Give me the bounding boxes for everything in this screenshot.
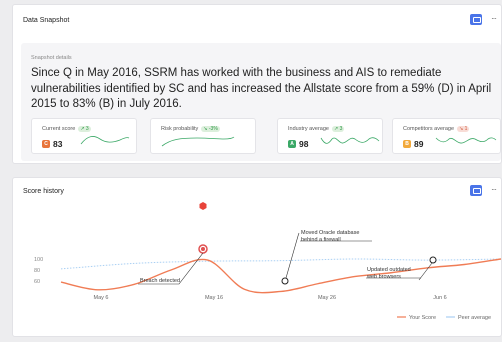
snapshot-details-label: Snapshot details [31,55,72,61]
x-tick-label: May 26 [318,295,336,301]
breach-marker-dot [201,247,205,251]
alert-icon [199,202,207,210]
card-value: 83 [53,139,63,149]
risk-probability-card[interactable]: Risk probability ↘ -3% [150,118,256,154]
card-value: 89 [414,139,424,149]
trend-up-badge: ↘ -3% [201,126,220,132]
card-title: Competitors average ↘ 1 [403,126,470,132]
grade-badge: C [42,140,50,148]
annotation-updated-browsers: web browsers [366,274,401,280]
event-marker [281,277,289,285]
sparkline [161,136,235,147]
trend-down-badge: ↘ 1 [457,126,470,132]
y-tick-label: 60 [34,279,40,285]
score-history-chart: 100 80 60 May 6 May 16 May 26 Jun 6 Breach de… [34,202,501,321]
sparkline [320,137,380,144]
snapshot-details: Snapshot details Since Q in May 2016, SS… [21,43,501,161]
x-tick-label: Jun 6 [433,295,446,301]
annotation-oracle-firewall: behind a firewall [301,237,341,243]
card-title: Industry average ↗ 3 [288,126,345,132]
trend-up-badge: ↗ 3 [78,126,91,132]
annotation-oracle-firewall: Moved Oracle database [301,230,359,236]
y-tick-label: 80 [34,268,40,274]
callout-line [418,262,433,281]
card-title: Current score ↗ 3 [42,126,91,132]
x-tick-label: May 6 [94,295,109,301]
callout-line [285,232,300,279]
competitors-average-card[interactable]: Competitors average ↘ 1 B 89 [392,118,501,154]
trend-up-badge: ↗ 3 [331,126,345,132]
panel-title: Data Snapshot [23,17,70,24]
industry-average-card[interactable]: Industry average ↗ 3 A 98 [277,118,383,154]
legend-label-peer-average: Peer average [458,315,491,321]
y-tick-label: 100 [34,257,43,263]
current-score-card[interactable]: Current score ↗ 3 C 83 [31,118,137,154]
data-snapshot-panel: Data Snapshot ··· Snapshot details Since… [12,4,502,164]
export-icon[interactable] [470,14,482,25]
grade-badge: B [403,140,411,148]
annotation-updated-browsers: Updated outdated [367,267,411,273]
card-title: Risk probability ↘ -3% [161,126,220,132]
event-marker [429,256,437,264]
more-options-icon[interactable]: ··· [491,14,497,24]
x-tick-label: May 16 [205,295,223,301]
sparkline [435,137,497,144]
annotation-breach-detected: Breach detected [140,278,180,284]
snapshot-summary: Since Q in May 2016, SSRM has worked wit… [31,67,492,110]
grade-badge: A [288,140,296,148]
card-value: 98 [299,139,309,149]
legend-label-your-score: Your Score [409,315,436,321]
score-history-panel: Score history ··· 100 80 60 May 6 May 16 May… [12,177,502,337]
sparkline [80,136,130,145]
